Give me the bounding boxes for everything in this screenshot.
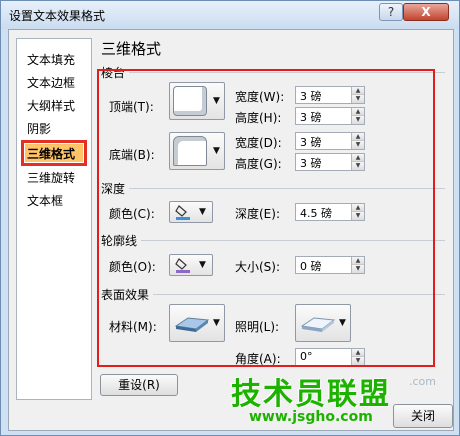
- spin-up-icon[interactable]: ▲: [351, 87, 364, 95]
- bevel-bottom-height-spinner[interactable]: 3 磅 ▲ ▼: [295, 153, 365, 171]
- nav-item-outline-style[interactable]: 大纲样式: [27, 97, 75, 114]
- close-window-button[interactable]: X: [403, 3, 449, 21]
- bevel-bottom-height-label: 高度(G):: [235, 157, 282, 171]
- angle-label: 角度(A):: [235, 352, 281, 366]
- paint-bucket-icon: [175, 258, 190, 273]
- lighting-label: 照明(L):: [235, 320, 280, 334]
- chevron-down-icon: ▼: [213, 96, 220, 106]
- bevel-top-height-spinner[interactable]: 3 磅 ▲ ▼: [295, 107, 365, 125]
- spin-down-icon[interactable]: ▼: [351, 357, 364, 365]
- spin-up-icon[interactable]: ▲: [351, 154, 364, 162]
- bevel-bottom-width-label: 宽度(D):: [235, 136, 282, 150]
- bevel-top-width-label: 宽度(W):: [235, 90, 285, 104]
- contour-color-label: 颜色(O):: [109, 260, 156, 274]
- bevel-top-label: 顶端(T):: [109, 100, 154, 114]
- material-preset-icon: [174, 317, 210, 332]
- nav-item-shadow[interactable]: 阴影: [27, 120, 51, 137]
- section-divider: [129, 188, 445, 189]
- depth-color-label: 颜色(C):: [109, 207, 155, 221]
- format-text-effects-dialog: 设置文本效果格式 ? X 文本填充 文本边框 大纲样式 阴影 三维格式 三维旋转…: [0, 0, 460, 436]
- chevron-down-icon: ▼: [199, 207, 206, 217]
- chevron-down-icon: ▼: [339, 318, 346, 328]
- material-dropdown[interactable]: ▼: [169, 304, 225, 342]
- spin-up-icon[interactable]: ▲: [351, 108, 364, 116]
- spinner-value: 4.5 磅: [300, 207, 332, 220]
- contour-size-spinner[interactable]: 0 磅 ▲ ▼: [295, 256, 365, 274]
- spin-up-icon[interactable]: ▲: [351, 349, 364, 357]
- depth-color-dropdown[interactable]: ▼: [169, 201, 213, 223]
- section-surface: 表面效果: [101, 288, 150, 302]
- help-button[interactable]: ?: [379, 3, 403, 21]
- bevel-top-width-spinner[interactable]: 3 磅 ▲ ▼: [295, 86, 365, 104]
- title-bar: 设置文本效果格式 ? X: [1, 1, 459, 29]
- angle-spinner[interactable]: 0° ▲ ▼: [295, 348, 365, 366]
- bevel-bottom-label: 底端(B):: [109, 148, 155, 162]
- spin-up-icon[interactable]: ▲: [351, 204, 364, 212]
- spin-down-icon[interactable]: ▼: [351, 162, 364, 170]
- reset-button[interactable]: 重设(R): [100, 374, 178, 396]
- nav-item-text-border[interactable]: 文本边框: [27, 74, 75, 91]
- spinner-value: 3 磅: [300, 90, 322, 103]
- panel-title: 三维格式: [101, 40, 162, 58]
- bevel-top-height-label: 高度(H):: [235, 111, 282, 125]
- chevron-down-icon: ▼: [199, 260, 206, 270]
- bevel-bottom-dropdown[interactable]: ▼: [169, 132, 225, 170]
- contour-color-dropdown[interactable]: ▼: [169, 254, 213, 276]
- section-divider: [153, 294, 445, 295]
- nav-item-3d-rotation[interactable]: 三维旋转: [27, 169, 75, 186]
- depth-value-label: 深度(E):: [235, 207, 280, 221]
- chevron-down-icon: ▼: [213, 146, 220, 156]
- chevron-down-icon: ▼: [213, 318, 220, 328]
- nav-item-text-box[interactable]: 文本框: [27, 192, 63, 209]
- section-depth: 深度: [101, 182, 126, 196]
- spinner-value: 3 磅: [300, 136, 322, 149]
- section-divider: [141, 240, 445, 241]
- section-divider: [129, 72, 445, 73]
- contour-size-label: 大小(S):: [235, 260, 281, 274]
- nav-item-3d-format[interactable]: 三维格式: [27, 145, 75, 162]
- category-list: 文本填充 文本边框 大纲样式 阴影 三维格式 三维旋转 文本框: [16, 38, 92, 400]
- spin-down-icon[interactable]: ▼: [351, 265, 364, 273]
- spin-down-icon[interactable]: ▼: [351, 116, 364, 124]
- spinner-value: 3 磅: [300, 111, 322, 124]
- spin-down-icon[interactable]: ▼: [351, 141, 364, 149]
- section-bevel: 棱台: [101, 66, 126, 80]
- window-title: 设置文本效果格式: [9, 9, 106, 23]
- dialog-body: 文本填充 文本边框 大纲样式 阴影 三维格式 三维旋转 文本框 三维格式 棱台 …: [8, 29, 454, 431]
- bevel-preset-icon: [173, 136, 207, 166]
- spin-up-icon[interactable]: ▲: [351, 257, 364, 265]
- depth-spinner[interactable]: 4.5 磅 ▲ ▼: [295, 203, 365, 221]
- nav-item-text-fill[interactable]: 文本填充: [27, 51, 75, 68]
- lighting-preset-icon: [300, 317, 336, 332]
- spinner-value: 0°: [300, 350, 313, 363]
- spinner-value: 3 磅: [300, 157, 322, 170]
- bevel-top-dropdown[interactable]: ▼: [169, 82, 225, 120]
- spin-down-icon[interactable]: ▼: [351, 95, 364, 103]
- spin-down-icon[interactable]: ▼: [351, 212, 364, 220]
- bevel-bottom-width-spinner[interactable]: 3 磅 ▲ ▼: [295, 132, 365, 150]
- close-button[interactable]: 关闭: [393, 404, 453, 428]
- paint-bucket-icon: [175, 205, 190, 220]
- spin-up-icon[interactable]: ▲: [351, 133, 364, 141]
- section-contour: 轮廓线: [101, 234, 138, 248]
- spinner-value: 0 磅: [300, 260, 322, 273]
- bevel-preset-icon: [173, 86, 207, 116]
- lighting-dropdown[interactable]: ▼: [295, 304, 351, 342]
- material-label: 材料(M):: [109, 320, 157, 334]
